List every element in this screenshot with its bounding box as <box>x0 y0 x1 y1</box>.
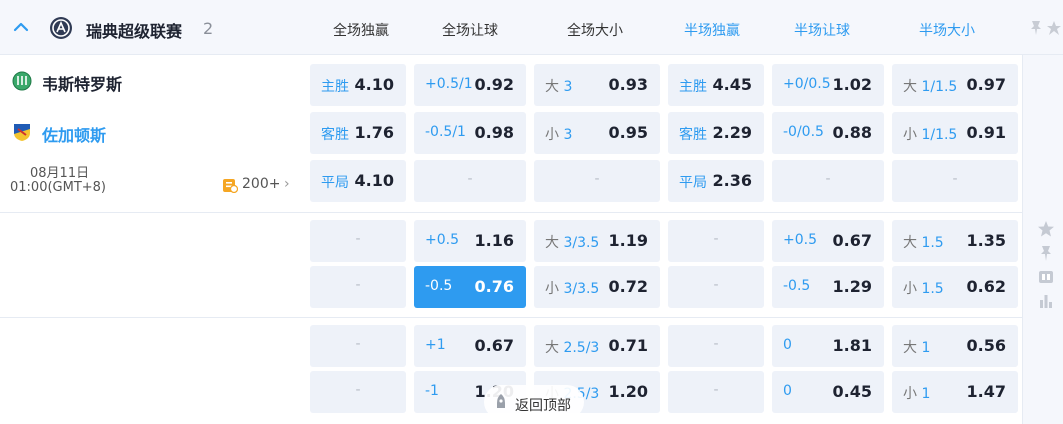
more-markets-icon <box>223 179 238 193</box>
odds-cell[interactable]: -0.5 1.29 <box>772 266 884 308</box>
odds-cell[interactable]: 小 3 0.95 <box>534 112 660 154</box>
odds-cell-empty: - <box>310 371 406 413</box>
match-time: 01:00(GMT+8) <box>10 180 107 195</box>
odds-cell-empty: - <box>668 266 764 308</box>
back-to-top-label: 返回顶部 <box>515 398 571 414</box>
odds-cell[interactable]: 大 2.5/3 0.71 <box>534 325 660 367</box>
odds-cell[interactable]: +0.5 1.16 <box>414 220 526 262</box>
star-icon[interactable] <box>1037 220 1055 238</box>
odds-cell[interactable]: 小 3/3.5 0.72 <box>534 266 660 308</box>
match-date: 08月11日 <box>30 166 90 181</box>
odds-cell[interactable]: 大 3/3.5 1.19 <box>534 220 660 262</box>
odds-cell-empty: - <box>892 160 1018 202</box>
stats-icon[interactable] <box>1037 292 1055 310</box>
league-match-count: 2 <box>203 19 214 38</box>
odds-cell[interactable]: +1 0.67 <box>414 325 526 367</box>
row-divider <box>0 212 1022 213</box>
col-full-1x2: 全场独赢 <box>333 23 389 39</box>
league-header: 瑞典超级联赛 2 全场独赢 全场让球 全场大小 半场独赢 半场让球 半场大小 <box>0 0 1063 55</box>
score-icon[interactable] <box>1037 268 1055 286</box>
col-full-over-under: 全场大小 <box>567 23 623 39</box>
odds-cell-empty: - <box>310 266 406 308</box>
odds-cell[interactable]: 小 1/1.5 0.91 <box>892 112 1018 154</box>
odds-cell[interactable]: +0.5 0.67 <box>772 220 884 262</box>
odds-cell[interactable]: 大 1 0.56 <box>892 325 1018 367</box>
odds-cell[interactable]: 大 1/1.5 0.97 <box>892 64 1018 106</box>
odds-cell[interactable]: 大 1.5 1.35 <box>892 220 1018 262</box>
odds-cell[interactable]: 客胜 2.29 <box>668 112 764 154</box>
odds-cell[interactable]: 小 1.5 0.62 <box>892 266 1018 308</box>
away-team-icon <box>14 124 30 141</box>
home-team-name: 韦斯特罗斯 <box>42 75 123 94</box>
odds-cell-empty: - <box>310 220 406 262</box>
back-to-top-button[interactable]: 返回顶部 <box>484 385 584 419</box>
match-info[interactable]: 韦斯特罗斯 佐加顿斯 08月11日 01:00(GMT+8) 200+ › <box>0 55 308 213</box>
league-name: 瑞典超级联赛 <box>86 22 183 41</box>
odds-cell[interactable]: -0.5/1 0.98 <box>414 112 526 154</box>
odds-cell-empty: - <box>310 325 406 367</box>
row-divider <box>0 317 1022 318</box>
odds-cell-empty: - <box>668 371 764 413</box>
lock-icon <box>497 394 505 408</box>
more-markets-count: 200+ <box>242 176 281 192</box>
odds-cell[interactable]: 大 3 0.93 <box>534 64 660 106</box>
odds-cell[interactable]: 平局 2.36 <box>668 160 764 202</box>
col-half-1x2: 半场独赢 <box>684 23 740 39</box>
pin-icon[interactable] <box>1037 244 1055 262</box>
odds-cell[interactable]: 0 1.81 <box>772 325 884 367</box>
odds-cell-empty: - <box>414 160 526 202</box>
chevron-up-icon[interactable] <box>12 20 30 34</box>
odds-cell[interactable]: 主胜 4.10 <box>310 64 406 106</box>
odds-cell-empty: - <box>668 220 764 262</box>
col-half-over-under: 半场大小 <box>919 23 975 39</box>
odds-cell-empty: - <box>772 160 884 202</box>
odds-cell[interactable]: 主胜 4.45 <box>668 64 764 106</box>
odds-cell[interactable]: 平局 4.10 <box>310 160 406 202</box>
odds-cell-empty: - <box>534 160 660 202</box>
odds-cell[interactable]: 客胜 1.76 <box>310 112 406 154</box>
league-logo-icon <box>50 17 72 39</box>
odds-cell[interactable]: +0/0.5 1.02 <box>772 64 884 106</box>
odds-cell[interactable]: 0 0.45 <box>772 371 884 413</box>
chevron-right-icon: › <box>284 176 290 192</box>
col-full-handicap: 全场让球 <box>442 23 498 39</box>
odds-cell[interactable]: +0.5/1 0.92 <box>414 64 526 106</box>
match-actions <box>1037 220 1057 316</box>
pin-icon[interactable] <box>1028 19 1063 37</box>
away-team-name: 佐加顿斯 <box>42 126 107 145</box>
odds-cell[interactable]: -0/0.5 0.88 <box>772 112 884 154</box>
home-team-icon <box>12 71 32 91</box>
odds-cell-selected[interactable]: -0.5 0.76 <box>414 266 526 308</box>
odds-cell[interactable]: 小 1 1.47 <box>892 371 1018 413</box>
col-half-handicap: 半场让球 <box>794 23 850 39</box>
odds-cell-empty: - <box>668 325 764 367</box>
